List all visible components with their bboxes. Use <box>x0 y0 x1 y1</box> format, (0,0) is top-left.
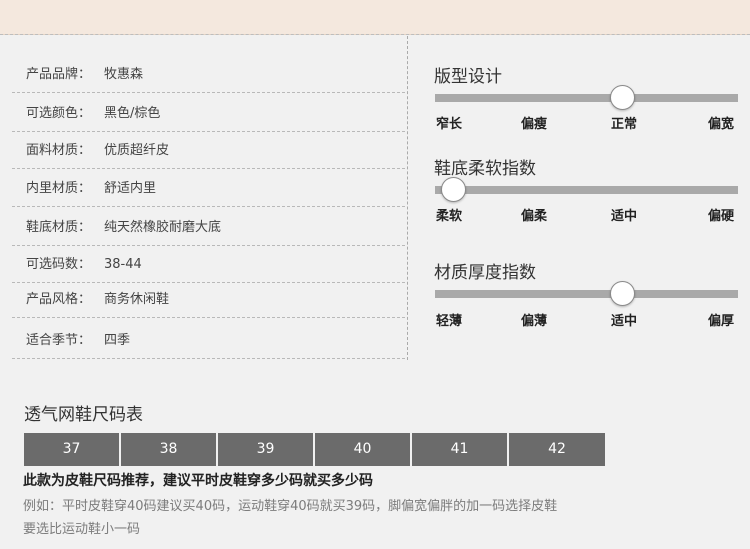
size-recommendation: 此款为皮鞋尺码推荐，建议平时皮鞋穿多少码就买多少码 <box>23 473 373 489</box>
thickness-tick: 偏厚 <box>708 314 735 329</box>
spec-label: 可选颜色： <box>26 106 92 121</box>
top-banner <box>0 0 750 35</box>
spec-row-style: 产品风格： 商务休闲鞋 <box>12 282 405 318</box>
spec-label: 内里材质： <box>26 181 92 196</box>
fit-slider-track <box>435 94 738 102</box>
size-cell: 39 <box>218 433 313 466</box>
fit-tick: 正常 <box>611 117 638 132</box>
size-cell: 40 <box>315 433 410 466</box>
softness-tick: 适中 <box>611 209 638 224</box>
spec-value: 38-44 <box>104 257 142 272</box>
size-example-line-1: 例如：平时皮鞋穿40码建议买40码，运动鞋穿40码就买39码，脚偏宽偏胖的加一码… <box>23 499 558 514</box>
softness-tick: 偏硬 <box>708 209 735 224</box>
spec-value: 黑色/棕色 <box>104 106 161 121</box>
fit-slider-knob <box>610 85 636 110</box>
thickness-slider-knob <box>610 281 636 306</box>
spec-label: 可选码数： <box>26 257 92 272</box>
attr-title-thickness: 材质厚度指数 <box>434 263 536 283</box>
softness-tick: 柔软 <box>436 209 463 224</box>
spec-label: 产品品牌： <box>26 67 92 82</box>
spec-row-sizes: 可选码数： 38-44 <box>12 247 405 283</box>
attr-title-sole-softness: 鞋底柔软指数 <box>434 159 536 179</box>
fit-tick: 窄长 <box>436 117 463 132</box>
spec-label: 面料材质： <box>26 143 92 158</box>
fit-tick: 偏宽 <box>708 117 735 132</box>
spec-row-season: 适合季节： 四季 <box>12 323 405 359</box>
size-example-line-2: 要选比运动鞋小一码 <box>23 522 141 537</box>
spec-label: 适合季节： <box>26 333 92 348</box>
spec-row-lining: 内里材质： 舒适内里 <box>12 171 405 207</box>
spec-value: 商务休闲鞋 <box>104 292 170 307</box>
softness-slider-knob <box>440 177 466 202</box>
spec-value: 舒适内里 <box>104 181 157 196</box>
spec-row-color: 可选颜色： 黑色/棕色 <box>12 96 405 132</box>
spec-row-upper-material: 面料材质： 优质超纤皮 <box>12 133 405 169</box>
size-cell: 41 <box>412 433 507 466</box>
size-chart-title: 透气网鞋尺码表 <box>24 405 143 425</box>
size-cell: 37 <box>24 433 119 466</box>
attr-title-fit: 版型设计 <box>434 67 502 87</box>
spec-row-sole: 鞋底材质： 纯天然橡胶耐磨大底 <box>12 210 405 246</box>
size-cell: 38 <box>121 433 216 466</box>
spec-label: 鞋底材质： <box>26 220 92 235</box>
size-cell: 42 <box>509 433 605 466</box>
thickness-tick: 轻薄 <box>436 314 463 329</box>
top-divider <box>0 34 750 35</box>
thickness-tick: 偏薄 <box>521 314 548 329</box>
thickness-slider-track <box>435 290 738 298</box>
spec-value: 纯天然橡胶耐磨大底 <box>104 220 222 235</box>
fit-tick: 偏瘦 <box>521 117 548 132</box>
spec-row-brand: 产品品牌： 牧惠森 <box>12 57 405 93</box>
spec-value: 牧惠森 <box>104 67 144 82</box>
spec-label: 产品风格： <box>26 292 92 307</box>
softness-tick: 偏柔 <box>521 209 548 224</box>
spec-value: 优质超纤皮 <box>104 143 170 158</box>
spec-value: 四季 <box>104 333 131 348</box>
softness-slider-track <box>435 186 738 194</box>
thickness-tick: 适中 <box>611 314 638 329</box>
vertical-divider <box>407 36 408 360</box>
